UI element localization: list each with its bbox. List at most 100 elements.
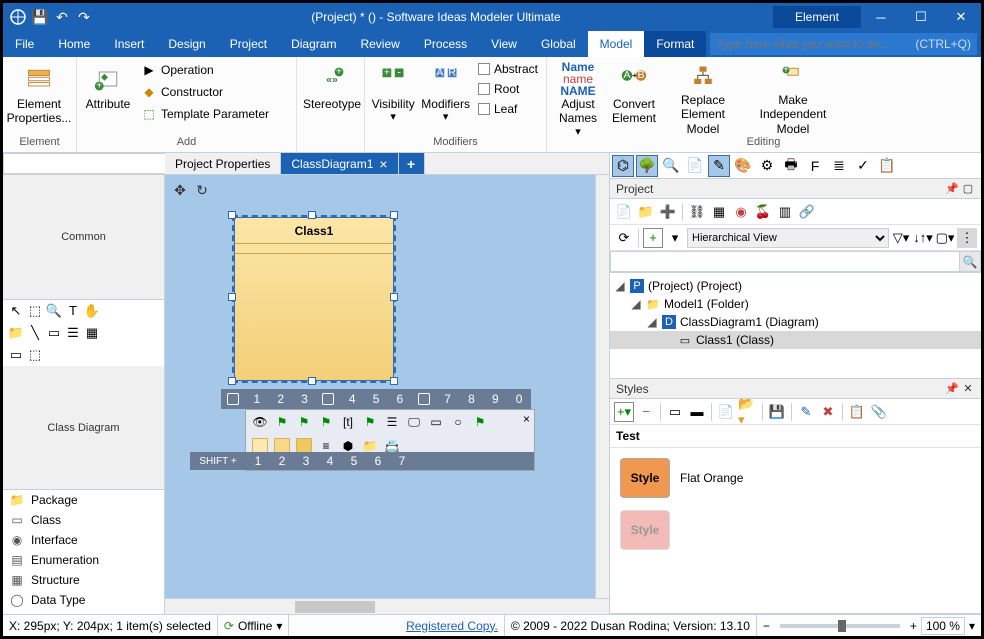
pop-flag4-icon[interactable]: ⚑ — [362, 414, 378, 430]
menu-review[interactable]: Review — [348, 31, 411, 57]
proj-refresh-icon[interactable]: ⟳ — [614, 228, 634, 248]
undo-icon[interactable]: ↶ — [53, 8, 71, 26]
menu-file[interactable]: File — [3, 31, 46, 57]
cat-structure[interactable]: ▦Structure — [3, 570, 164, 590]
zoom-value[interactable]: 100 % — [921, 617, 965, 635]
zoom-slider[interactable] — [780, 624, 900, 628]
zoom-dropdown-icon[interactable]: ▾ — [969, 619, 975, 633]
rb-layers-icon[interactable]: ≣ — [828, 155, 850, 177]
pop-flag2-icon[interactable]: ⚑ — [296, 414, 312, 430]
class-name[interactable]: Class1 — [235, 218, 393, 244]
root-checkbox[interactable]: Root — [474, 79, 542, 99]
redo-icon[interactable]: ↷ — [75, 8, 93, 26]
tree-root[interactable]: ◢P(Project) (Project) — [610, 277, 981, 295]
zoom-out-icon[interactable]: − — [763, 619, 770, 633]
stereotype-button[interactable]: «»+ Stereotype — [301, 59, 363, 131]
comment-tool[interactable]: ⬚ — [27, 347, 43, 363]
menu-format[interactable]: Format — [644, 31, 706, 57]
resize-handle-tl[interactable] — [228, 211, 236, 219]
proj-red-icon[interactable]: ◉ — [731, 202, 751, 222]
constructor-button[interactable]: ◆Constructor — [137, 81, 273, 103]
resize-handle-mr[interactable] — [390, 293, 398, 301]
style-apply2-icon[interactable]: ▬ — [687, 402, 707, 422]
tree-diagram[interactable]: ◢DClassDiagram1 (Diagram) — [610, 313, 981, 331]
pop-circle-icon[interactable]: ○ — [450, 414, 466, 430]
tree-class[interactable]: ▭Class1 (Class) — [610, 331, 981, 349]
diagram-canvas[interactable]: ✥ ↻ Class1 1234567890 × — [165, 175, 609, 598]
registered-link[interactable]: Registered Copy. — [406, 619, 498, 633]
convert-element-button[interactable]: AB Convert Element — [607, 59, 661, 131]
menu-search[interactable]: (CTRL+Q) — [710, 33, 977, 55]
rb-format-icon[interactable]: F — [804, 155, 826, 177]
modifiers-button[interactable]: AR Modifiers ▾ — [419, 59, 472, 131]
popup-close-icon[interactable]: × — [523, 412, 530, 426]
pop-screen-icon[interactable]: 🖵 — [406, 414, 422, 430]
hscrollbar[interactable] — [165, 598, 609, 614]
tree-model[interactable]: ◢📁Model1 (Folder) — [610, 295, 981, 313]
proj-dropdown-icon[interactable]: ▾ — [665, 228, 685, 248]
menu-process[interactable]: Process — [412, 31, 479, 57]
menu-diagram[interactable]: Diagram — [279, 31, 348, 57]
proj-hier-icon[interactable]: ⛓ — [687, 202, 707, 222]
leaf-checkbox[interactable]: Leaf — [474, 99, 542, 119]
tab-project-properties[interactable]: Project Properties — [165, 153, 281, 174]
save-icon[interactable]: 💾 — [31, 8, 49, 26]
proj-more-icon[interactable]: ⋮ — [957, 228, 977, 248]
label-tool[interactable]: ▭ — [46, 325, 62, 341]
operation-button[interactable]: ▶Operation — [137, 59, 273, 81]
status-offline[interactable]: ⟳Offline ▾ — [218, 615, 290, 636]
proj-bars-icon[interactable]: ▥ — [775, 202, 795, 222]
pop-list-icon[interactable]: ☰ — [384, 414, 400, 430]
rb-gear-icon[interactable]: ⚙ — [756, 155, 778, 177]
panel-close-icon[interactable]: ▢ — [961, 182, 975, 196]
pop-flag3-icon[interactable]: ⚑ — [318, 414, 334, 430]
style-flat-red[interactable]: Style — [614, 504, 977, 556]
style-flat-orange[interactable]: Style Flat Orange — [614, 452, 977, 504]
resize-handle-ml[interactable] — [228, 293, 236, 301]
move-icon[interactable]: ✥ — [171, 181, 189, 199]
maximize-button[interactable]: ☐ — [901, 3, 941, 31]
styles-close-icon[interactable]: ✕ — [961, 382, 975, 396]
proj-new-icon[interactable]: 📄 — [614, 202, 634, 222]
abstract-checkbox[interactable]: Abstract — [474, 59, 542, 79]
close-button[interactable]: ✕ — [941, 3, 981, 31]
style-add-icon[interactable]: +▾ — [614, 402, 634, 422]
class-element[interactable]: Class1 — [234, 217, 394, 381]
lasso-tool[interactable]: ⬚ — [27, 303, 43, 319]
styles-pin-icon[interactable]: 📌 — [945, 382, 959, 396]
grid-tool[interactable]: ▦ — [84, 325, 100, 341]
note-tool[interactable]: ▭ — [8, 347, 24, 363]
resize-handle-tr[interactable] — [390, 211, 398, 219]
menu-global[interactable]: Global — [529, 31, 588, 57]
rb-edit-icon[interactable]: ✎ — [708, 155, 730, 177]
style-save-icon[interactable]: 💾 — [767, 402, 787, 422]
rb-tree-icon[interactable]: 🌳 — [636, 155, 658, 177]
zoom-in-icon[interactable]: + — [910, 619, 917, 633]
proj-plus-icon[interactable]: + — [643, 228, 663, 248]
cat-enumeration[interactable]: ▤Enumeration — [3, 550, 164, 570]
replace-element-model-button[interactable]: Replace Element Model — [663, 59, 743, 131]
pin-icon[interactable]: 📌 — [945, 182, 959, 196]
tab-close-icon[interactable]: × — [379, 156, 387, 172]
menu-insert[interactable]: Insert — [102, 31, 156, 57]
pop-flag1-icon[interactable]: ⚑ — [274, 414, 290, 430]
cat-class[interactable]: ▭Class — [3, 510, 164, 530]
zoom-tool[interactable]: 🔍 — [46, 303, 62, 319]
rotate-icon[interactable]: ↻ — [193, 181, 211, 199]
style-edit-icon[interactable]: ✎ — [796, 402, 816, 422]
visibility-button[interactable]: +- Visibility ▾ — [369, 59, 417, 131]
cat-datatype[interactable]: ◯Data Type — [3, 590, 164, 610]
style-clip-icon[interactable]: 📎 — [869, 402, 889, 422]
rb-palette-icon[interactable]: 🎨 — [732, 155, 754, 177]
attribute-button[interactable]: + Attribute — [81, 59, 135, 131]
text-tool[interactable]: T — [65, 303, 81, 319]
folder-tool[interactable]: 📁 — [8, 325, 24, 341]
hand-tool[interactable]: ✋ — [84, 303, 100, 319]
menu-model[interactable]: Model — [588, 31, 645, 57]
element-properties-button[interactable]: Element Properties... — [7, 59, 71, 131]
proj-filter-icon[interactable]: ▽▾ — [891, 228, 911, 248]
app-icon[interactable] — [9, 8, 27, 26]
pop-type-icon[interactable]: [t] — [340, 414, 356, 430]
list-tool[interactable]: ☰ — [65, 325, 81, 341]
rb-print-icon[interactable]: 🖶 — [780, 155, 802, 177]
